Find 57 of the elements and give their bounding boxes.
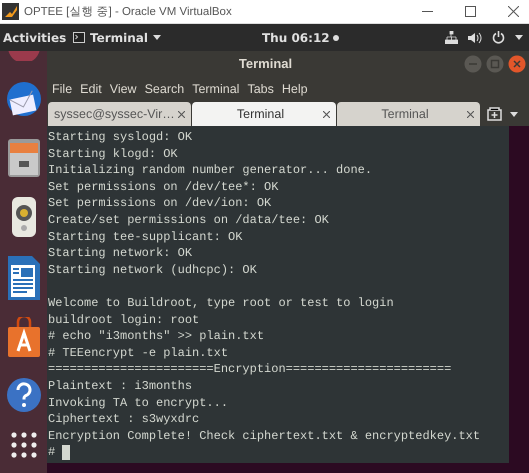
terminal-line: # TEEencrypt -e plain.txt — [48, 344, 228, 362]
menu-item[interactable]: View — [110, 82, 137, 96]
document-icon[interactable] — [6, 255, 40, 301]
tab[interactable]: syssec@syssec-Vir… — [48, 102, 191, 126]
caret-icon[interactable] — [153, 35, 162, 40]
terminal-line: Starting klogd: OK — [48, 146, 178, 162]
terminal-icon — [73, 32, 85, 43]
terminal-line: Set permissions on /dev/tee*: OK — [48, 178, 278, 196]
menu-item[interactable]: Search — [144, 82, 184, 96]
close-icon[interactable] — [467, 110, 474, 118]
power-icon[interactable] — [492, 31, 505, 44]
cursor — [62, 445, 70, 460]
close-icon[interactable] — [508, 54, 526, 72]
terminal-line: Plaintext : i3months — [48, 378, 192, 394]
maximize-icon[interactable] — [465, 6, 476, 17]
app-icon — [2, 3, 19, 20]
window-title: OPTEE [실행 중] - Oracle VM VirtualBox — [24, 5, 233, 19]
close-icon[interactable] — [178, 110, 185, 118]
app-grid-icon[interactable] — [10, 431, 38, 459]
volume-icon[interactable] — [468, 32, 482, 44]
menu-item[interactable]: File — [52, 82, 72, 96]
close-icon[interactable] — [323, 110, 330, 118]
dot-icon — [332, 34, 339, 40]
terminal-line: Starting syslogd: OK — [48, 129, 192, 146]
terminal-line: Encryption Complete! Check ciphertext.txt & encryptedkey.txt — [48, 428, 480, 444]
shell-prompt: # — [48, 444, 56, 461]
terminal-line: Starting network: OK — [48, 245, 192, 262]
clock[interactable]: Thu 06:12 — [262, 30, 330, 44]
terminal-line: Create/set permissions on /data/tee: OK — [48, 212, 329, 229]
terminal-line: Invoking TA to encrypt... — [48, 394, 228, 412]
menu-item[interactable]: Tabs — [247, 82, 274, 96]
terminal-line: buildroot login: root — [48, 312, 200, 328]
tab[interactable]: Terminal — [337, 102, 480, 126]
terminal-line: =======================Encryption======================= — [48, 361, 452, 378]
terminal-line: Starting network (udhcpc): OK — [48, 262, 257, 278]
menu-item[interactable]: Terminal — [192, 82, 240, 96]
terminal-screen[interactable] — [47, 126, 509, 463]
terminal-line: Ciphertext : s3wyxdrc — [48, 411, 200, 428]
terminal-line: # echo "i3months" >> plain.txt — [48, 328, 264, 345]
caret-icon[interactable] — [515, 35, 523, 40]
shopping-bag-icon[interactable] — [6, 317, 42, 359]
help-icon[interactable] — [6, 375, 42, 415]
caret-icon[interactable] — [510, 112, 518, 116]
terminal-line: Welcome to Buildroot, type root or test to login — [48, 294, 394, 312]
activities-button[interactable]: Activities — [3, 30, 73, 44]
file-cabinet-icon[interactable] — [6, 137, 42, 179]
app-menu[interactable]: Terminal — [90, 30, 148, 44]
new-tab-icon[interactable] — [487, 107, 502, 121]
terminal-line: Initializing random number generator... done. — [48, 162, 372, 179]
menu-item[interactable]: Edit — [80, 82, 102, 96]
window-title: Terminal — [238, 56, 294, 71]
terminal-line: Set permissions on /dev/ion: OK — [48, 195, 272, 212]
terminal-line: Starting tee-supplicant: OK — [48, 228, 242, 246]
tab[interactable]: Terminal — [192, 102, 336, 126]
menu-item[interactable]: Help — [282, 82, 308, 96]
network-icon[interactable] — [445, 31, 458, 44]
close-icon[interactable] — [508, 6, 519, 17]
